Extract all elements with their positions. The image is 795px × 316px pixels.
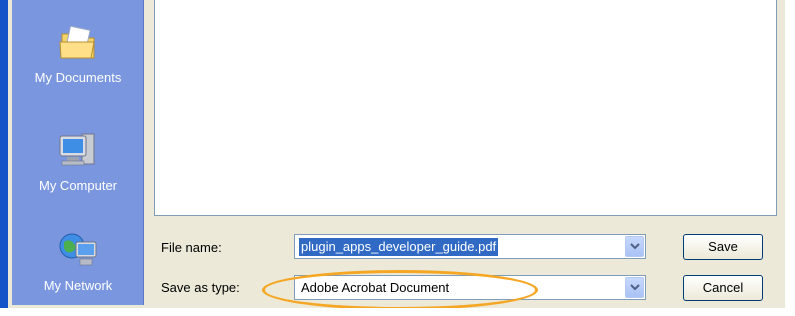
save-as-type-label: Save as type: xyxy=(161,280,240,295)
place-label: My Documents xyxy=(34,70,122,85)
my-computer-icon xyxy=(59,133,95,166)
save-as-type-dropdown-button[interactable] xyxy=(625,277,644,298)
file-list-view[interactable] xyxy=(154,0,777,216)
save-button[interactable]: Save xyxy=(683,234,763,260)
places-bar: My Documents My Computer My Network xyxy=(12,0,144,305)
place-my-network[interactable]: My Network xyxy=(12,228,144,293)
save-as-type-select[interactable]: Adobe Acrobat Document xyxy=(294,275,646,300)
chevron-down-icon xyxy=(630,284,640,291)
save-as-type-value: Adobe Acrobat Document xyxy=(301,280,450,295)
window-frame-edge xyxy=(0,308,795,316)
window-frame-edge xyxy=(0,0,8,316)
place-my-computer[interactable]: My Computer xyxy=(12,128,144,193)
place-my-documents[interactable]: My Documents xyxy=(12,20,144,85)
file-name-combobox[interactable]: plugin_apps_developer_guide.pdf xyxy=(294,234,646,259)
cancel-button[interactable]: Cancel xyxy=(683,275,763,301)
file-name-label: File name: xyxy=(161,240,222,255)
chevron-down-icon xyxy=(630,243,640,250)
file-name-dropdown-button[interactable] xyxy=(625,236,644,257)
window-frame-edge xyxy=(785,0,795,316)
my-network-icon xyxy=(59,233,97,266)
place-label: My Network xyxy=(43,278,113,293)
file-name-input[interactable]: plugin_apps_developer_guide.pdf xyxy=(299,238,499,256)
save-as-dialog: My Documents My Computer My Network File… xyxy=(0,0,795,316)
place-label: My Computer xyxy=(38,178,118,193)
my-documents-icon xyxy=(59,25,95,59)
